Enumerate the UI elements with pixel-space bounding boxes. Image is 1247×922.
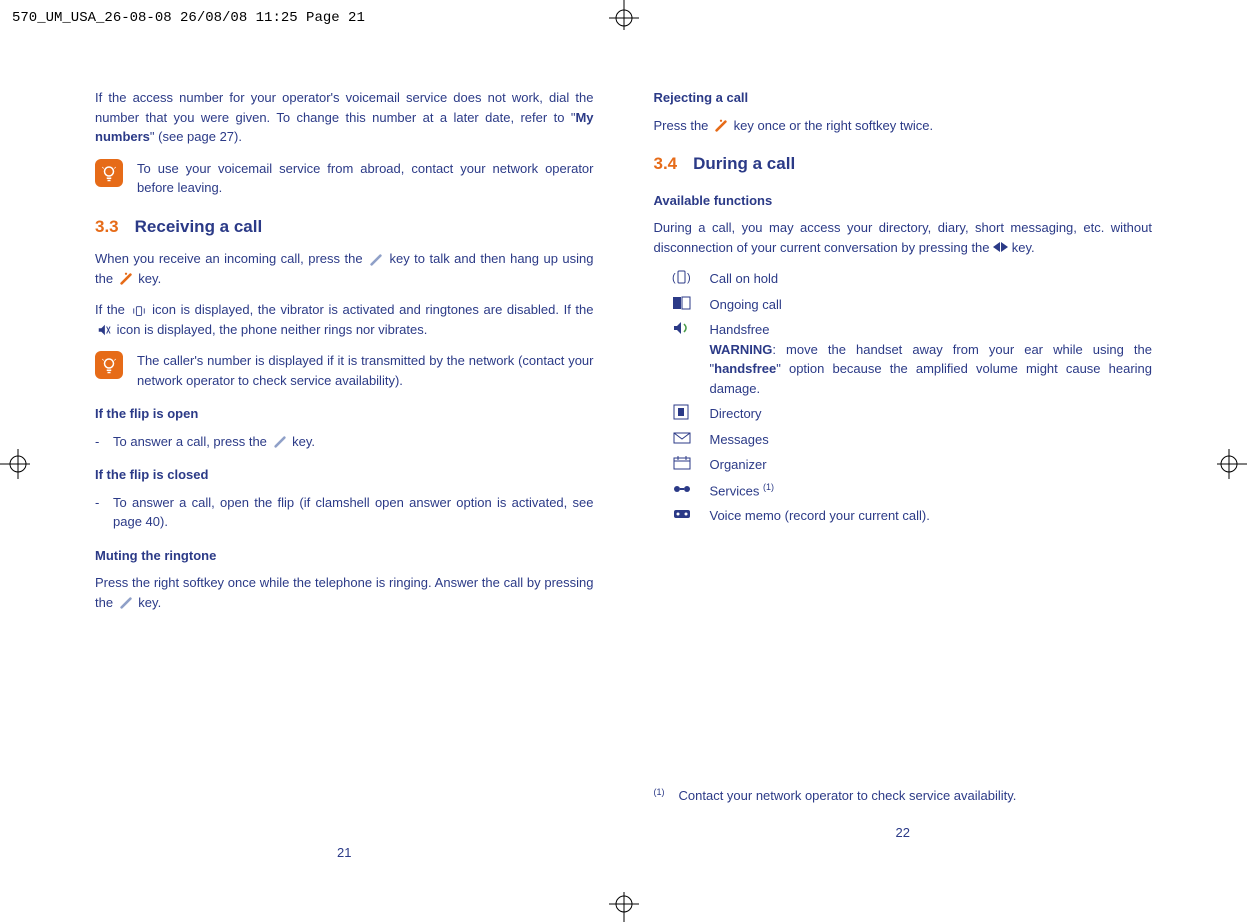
send-key-icon — [273, 435, 287, 449]
footnote: (1) Contact your network operator to che… — [654, 786, 1153, 806]
text: key. — [289, 434, 316, 449]
row-handsfree: Handsfree WARNING: move the handset away… — [672, 320, 1153, 398]
label: Call on hold — [710, 269, 1153, 289]
flip-open-heading: If the flip is open — [95, 404, 594, 424]
available-functions-para: During a call, you may access your direc… — [654, 218, 1153, 257]
footnote-mark: (1) — [654, 786, 665, 806]
end-key-icon — [119, 272, 133, 286]
crop-mark-bottom — [604, 882, 644, 922]
section-title: Receiving a call — [135, 217, 263, 236]
vibrate-icon — [132, 304, 146, 318]
text: Press the — [654, 118, 713, 133]
svg-text:(: ( — [672, 272, 676, 284]
messages-icon — [672, 430, 692, 446]
function-list: () Call on hold Ongoing call Handsfree W… — [672, 269, 1153, 526]
flip-closed-bullet: - To answer a call, open the flip (if cl… — [95, 493, 594, 532]
ongoing-call-icon — [672, 295, 692, 311]
lightbulb-icon — [95, 159, 123, 187]
row-voice-memo: Voice memo (record your current call). — [672, 506, 1153, 526]
text: key. — [135, 271, 162, 286]
tip-text: To use your voicemail service from abroa… — [137, 159, 594, 198]
rejecting-para: Press the key once or the right softkey … — [654, 116, 1153, 136]
section-3-3-heading: 3.3 Receiving a call — [95, 214, 594, 240]
row-directory: Directory — [672, 404, 1153, 424]
label: Ongoing call — [710, 295, 1153, 315]
flip-closed-heading: If the flip is closed — [95, 465, 594, 485]
text: To answer a call, press the — [113, 434, 271, 449]
text: icon is displayed, the vibrator is activ… — [148, 302, 594, 317]
silent-icon — [97, 323, 111, 337]
section-title: During a call — [693, 154, 795, 173]
text: key. — [1008, 240, 1035, 255]
text: When you receive an incoming call, press… — [95, 251, 367, 266]
organizer-icon — [672, 455, 692, 471]
page-21: If the access number for your operator's… — [95, 88, 594, 862]
text: If the access number for your operator's… — [95, 90, 594, 125]
text: handsfree — [714, 361, 776, 376]
text: If the — [95, 302, 130, 317]
muting-heading: Muting the ringtone — [95, 546, 594, 566]
voice-memo-icon — [672, 506, 692, 522]
svg-text:): ) — [687, 272, 691, 284]
section-number: 3.4 — [654, 154, 678, 173]
text: key. — [135, 595, 162, 610]
text: Services — [710, 483, 760, 498]
row-ongoing-call: Ongoing call — [672, 295, 1153, 315]
row-organizer: Organizer — [672, 455, 1153, 475]
send-key-icon — [119, 596, 133, 610]
dash: - — [95, 493, 103, 532]
crop-mark-right — [1207, 444, 1247, 484]
tip-voicemail-abroad: To use your voicemail service from abroa… — [95, 159, 594, 198]
muting-para: Press the right softkey once while the t… — [95, 573, 594, 612]
label: Handsfree — [710, 322, 770, 337]
label: Services (1) — [710, 481, 1153, 501]
text: key once or the right softkey twice. — [730, 118, 933, 133]
spread: If the access number for your operator's… — [95, 88, 1152, 862]
label: Voice memo (record your current call). — [710, 506, 1153, 526]
page-number: 21 — [95, 843, 594, 863]
text: icon is displayed, the phone neither rin… — [113, 322, 427, 337]
section-3-4-heading: 3.4 During a call — [654, 151, 1153, 177]
crop-mark-top — [604, 0, 644, 40]
text: " option because the amplified volume mi… — [710, 361, 1153, 396]
receiving-para-1: When you receive an incoming call, press… — [95, 249, 594, 288]
page-number: 22 — [654, 823, 1153, 843]
left-right-key-icon — [993, 240, 1008, 255]
text: " (see page 27). — [150, 129, 242, 144]
dash: - — [95, 432, 103, 452]
label: Messages — [710, 430, 1153, 450]
bullet-text: To answer a call, open the flip (if clam… — [113, 493, 594, 532]
print-slug: 570_UM_USA_26-08-08 26/08/08 11:25 Page … — [12, 8, 365, 29]
row-services: Services (1) — [672, 481, 1153, 501]
handsfree-icon — [672, 320, 692, 336]
receiving-para-2: If the icon is displayed, the vibrator i… — [95, 300, 594, 339]
services-icon — [672, 481, 692, 497]
label: Organizer — [710, 455, 1153, 475]
footnote-mark: (1) — [763, 482, 774, 492]
available-functions-heading: Available functions — [654, 191, 1153, 211]
tip-caller-id: The caller's number is displayed if it i… — [95, 351, 594, 390]
end-key-icon — [714, 119, 728, 133]
page-22: Rejecting a call Press the key once or t… — [654, 88, 1153, 862]
bullet-text: To answer a call, press the key. — [113, 432, 594, 452]
section-number: 3.3 — [95, 217, 119, 236]
handsfree-text: Handsfree WARNING: move the handset away… — [710, 320, 1153, 398]
text: During a call, you may access your direc… — [654, 220, 1153, 255]
directory-icon — [672, 404, 692, 420]
label: Directory — [710, 404, 1153, 424]
crop-mark-left — [0, 444, 40, 484]
tip-text: The caller's number is displayed if it i… — [137, 351, 594, 390]
voicemail-para: If the access number for your operator's… — [95, 88, 594, 147]
row-messages: Messages — [672, 430, 1153, 450]
lightbulb-icon — [95, 351, 123, 379]
send-key-icon — [369, 253, 383, 267]
hold-icon: () — [672, 269, 692, 285]
row-call-on-hold: () Call on hold — [672, 269, 1153, 289]
footnote-text: Contact your network operator to check s… — [679, 786, 1017, 806]
flip-open-bullet: - To answer a call, press the key. — [95, 432, 594, 452]
warning-label: WARNING — [710, 342, 773, 357]
rejecting-heading: Rejecting a call — [654, 88, 1153, 108]
text: Press the right softkey once while the t… — [95, 575, 594, 610]
